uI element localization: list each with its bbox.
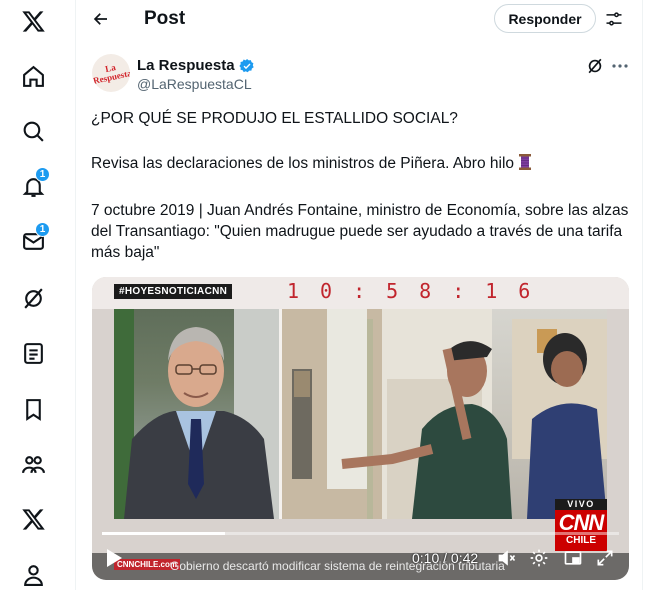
video-time: 0:10 / 0:42 <box>412 550 479 566</box>
reply-button[interactable]: Responder <box>494 4 596 33</box>
column-divider-right <box>642 0 643 590</box>
mute-icon[interactable] <box>497 548 517 568</box>
more-options-icon[interactable] <box>610 56 630 76</box>
grok-icon[interactable] <box>14 279 52 317</box>
post-text-line-2-text: Revisa las declaraciones de los ministro… <box>91 155 515 172</box>
notifications-badge: 1 <box>35 167 50 182</box>
live-label: VIVO <box>555 499 607 510</box>
post-text-line-3: 7 octubre 2019 | Juan Andrés Fontaine, m… <box>91 202 629 261</box>
thread-spool-icon <box>519 154 532 170</box>
left-nav: 1 1 <box>0 0 66 590</box>
video-hashtag: #HOYESNOTICIACNN <box>114 284 233 299</box>
avatar-logo: La Respuesta <box>92 62 130 86</box>
settings-gear-icon[interactable] <box>529 548 549 568</box>
messages-badge: 1 <box>35 222 50 237</box>
picture-in-picture-icon[interactable] <box>563 548 583 568</box>
notifications-icon[interactable]: 1 <box>14 167 52 205</box>
home-icon[interactable] <box>14 57 52 95</box>
video-bus-scene <box>282 309 607 519</box>
author-name-text: La Respuesta <box>137 57 235 74</box>
communities-icon[interactable] <box>14 445 52 483</box>
avatar[interactable]: La Respuesta <box>92 54 130 92</box>
page-title: Post <box>144 8 186 29</box>
author-handle[interactable]: @LaRespuestaCL <box>137 76 252 92</box>
post-text-line-1: ¿POR QUÉ SE PRODUJO EL ESTALLIDO SOCIAL? <box>91 110 458 127</box>
post-header: Post Responder <box>76 0 642 38</box>
video-speaker-frame <box>114 309 279 519</box>
column-divider <box>75 0 76 590</box>
play-icon[interactable] <box>104 547 124 569</box>
messages-icon[interactable]: 1 <box>14 222 52 260</box>
cnn-logo-subtext: CHILE <box>566 535 596 546</box>
fullscreen-icon[interactable] <box>595 548 615 568</box>
post-text-line-2: Revisa las declaraciones de los ministro… <box>91 153 631 174</box>
premium-x-icon[interactable] <box>14 500 52 538</box>
lists-icon[interactable] <box>14 334 52 372</box>
reply-settings-icon[interactable] <box>601 6 627 32</box>
video-progress-fill <box>102 532 226 535</box>
video-clock: 10:58:16 <box>287 279 552 303</box>
bus-scene-figure <box>282 309 607 519</box>
search-icon[interactable] <box>14 112 52 150</box>
video-player[interactable]: #HOYESNOTICIACNN 10:58:16 VIVO CNN CHILE… <box>92 277 629 580</box>
grok-explain-icon[interactable] <box>585 56 605 76</box>
bookmarks-icon[interactable] <box>14 390 52 428</box>
speaker-figure <box>114 309 279 519</box>
back-arrow-icon[interactable] <box>88 6 114 32</box>
author-name[interactable]: La Respuesta <box>137 57 255 74</box>
profile-icon[interactable] <box>14 555 52 590</box>
x-logo-icon[interactable] <box>14 2 52 40</box>
verified-badge-icon <box>238 58 254 72</box>
